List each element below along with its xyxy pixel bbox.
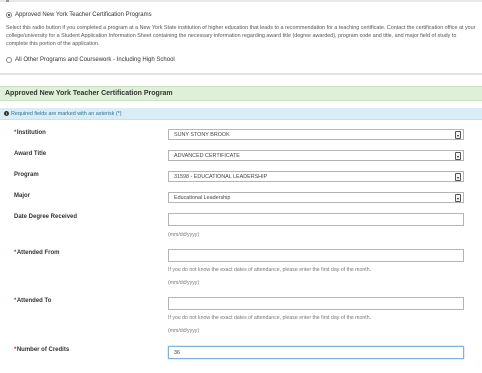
date-degree-received-label: Date Degree Received — [14, 214, 78, 220]
chevron-down-icon[interactable] — [455, 152, 461, 160]
major-select[interactable]: Educational Leadership — [168, 192, 464, 203]
section-divider — [0, 73, 482, 75]
attended-from-label: *Attended From — [14, 250, 60, 256]
attended-to-input[interactable] — [168, 297, 464, 310]
award-title-value: ADVANCED CERTIFICATE — [174, 153, 240, 159]
institution-value: SUNY STONY BROOK — [174, 132, 230, 138]
radio-button-checked[interactable] — [6, 12, 12, 18]
program-label: Program — [14, 172, 39, 178]
required-notice-bar: ! Required fields are marked with an ast… — [0, 108, 482, 120]
number-of-credits-input[interactable]: 36 — [168, 346, 464, 359]
radio-other-programs[interactable]: All Other Programs and Coursework - Incl… — [6, 57, 175, 63]
section-title: Approved New York Teacher Certification … — [5, 90, 173, 97]
radio-other-label: All Other Programs and Coursework - Incl… — [15, 57, 175, 63]
chevron-down-icon[interactable] — [455, 173, 461, 181]
date-degree-received-input[interactable] — [168, 213, 464, 226]
required-notice-text: Required fields are marked with an aster… — [11, 110, 122, 117]
award-title-label: Award Title — [14, 151, 47, 157]
section-header: Approved New York Teacher Certification … — [0, 86, 482, 101]
program-value: 31598 - EDUCATIONAL LEADERSHIP — [174, 174, 268, 180]
institution-label: *Institution — [14, 130, 46, 136]
date-format-hint: (mm/dd/yyyy) — [168, 328, 200, 334]
attended-to-label: *Attended To — [14, 298, 52, 304]
award-title-select[interactable]: ADVANCED CERTIFICATE — [168, 150, 464, 161]
chevron-down-icon[interactable] — [455, 194, 461, 202]
attended-from-help: If you do not know the exact dates of at… — [168, 267, 372, 273]
attended-to-help: If you do not know the exact dates of at… — [168, 315, 372, 321]
top-cutoff-glyph — [6, 0, 9, 2]
top-border — [0, 0, 482, 2]
info-circle-icon: ! — [4, 111, 9, 116]
date-format-hint: (mm/dd/yyyy) — [168, 232, 200, 238]
attended-from-input[interactable] — [168, 249, 464, 262]
radio-approved-label: Approved New York Teacher Certification … — [15, 12, 152, 18]
number-of-credits-value: 36 — [174, 350, 180, 356]
approved-program-description: Select this radio button if you complete… — [6, 25, 476, 47]
date-format-hint: (mm/dd/yyyy) — [168, 280, 200, 286]
program-select[interactable]: 31598 - EDUCATIONAL LEADERSHIP — [168, 171, 464, 182]
major-value: Educational Leadership — [174, 195, 231, 201]
radio-approved-programs[interactable]: Approved New York Teacher Certification … — [6, 12, 152, 18]
institution-select[interactable]: SUNY STONY BROOK — [168, 129, 464, 140]
radio-button-unchecked[interactable] — [6, 57, 12, 63]
number-of-credits-label: *Number of Credits — [14, 347, 70, 353]
chevron-down-icon[interactable] — [455, 131, 461, 139]
major-label: Major — [14, 193, 31, 199]
